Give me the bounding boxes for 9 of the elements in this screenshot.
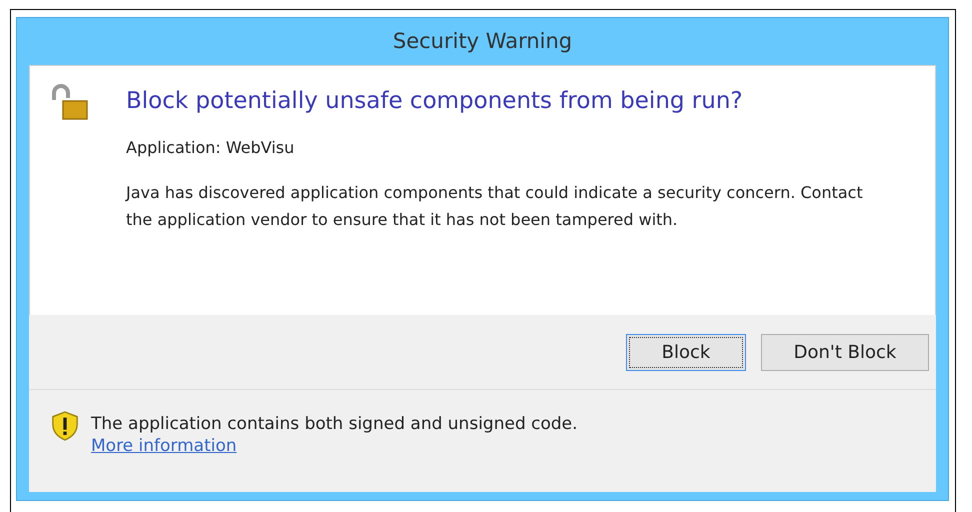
warning-message: Java has discovered application components that could indicate a security concern. Contact the application vendor to ensure that it has not been tampered with. — [126, 182, 864, 231]
more-information-link[interactable]: More information — [91, 436, 237, 456]
window-title: Security Warning — [392, 28, 574, 55]
shield-warning-icon — [51, 410, 79, 442]
dialog-button[interactable]: Don't Block — [761, 334, 929, 370]
signed-code-notice: The application contains both signed and unsigned code. — [91, 414, 578, 434]
application-name: Application: WebVisu — [126, 138, 296, 157]
dialog-button[interactable]: Block — [626, 334, 746, 370]
dialog-heading: Block potentially unsafe components from being run? — [126, 88, 744, 114]
